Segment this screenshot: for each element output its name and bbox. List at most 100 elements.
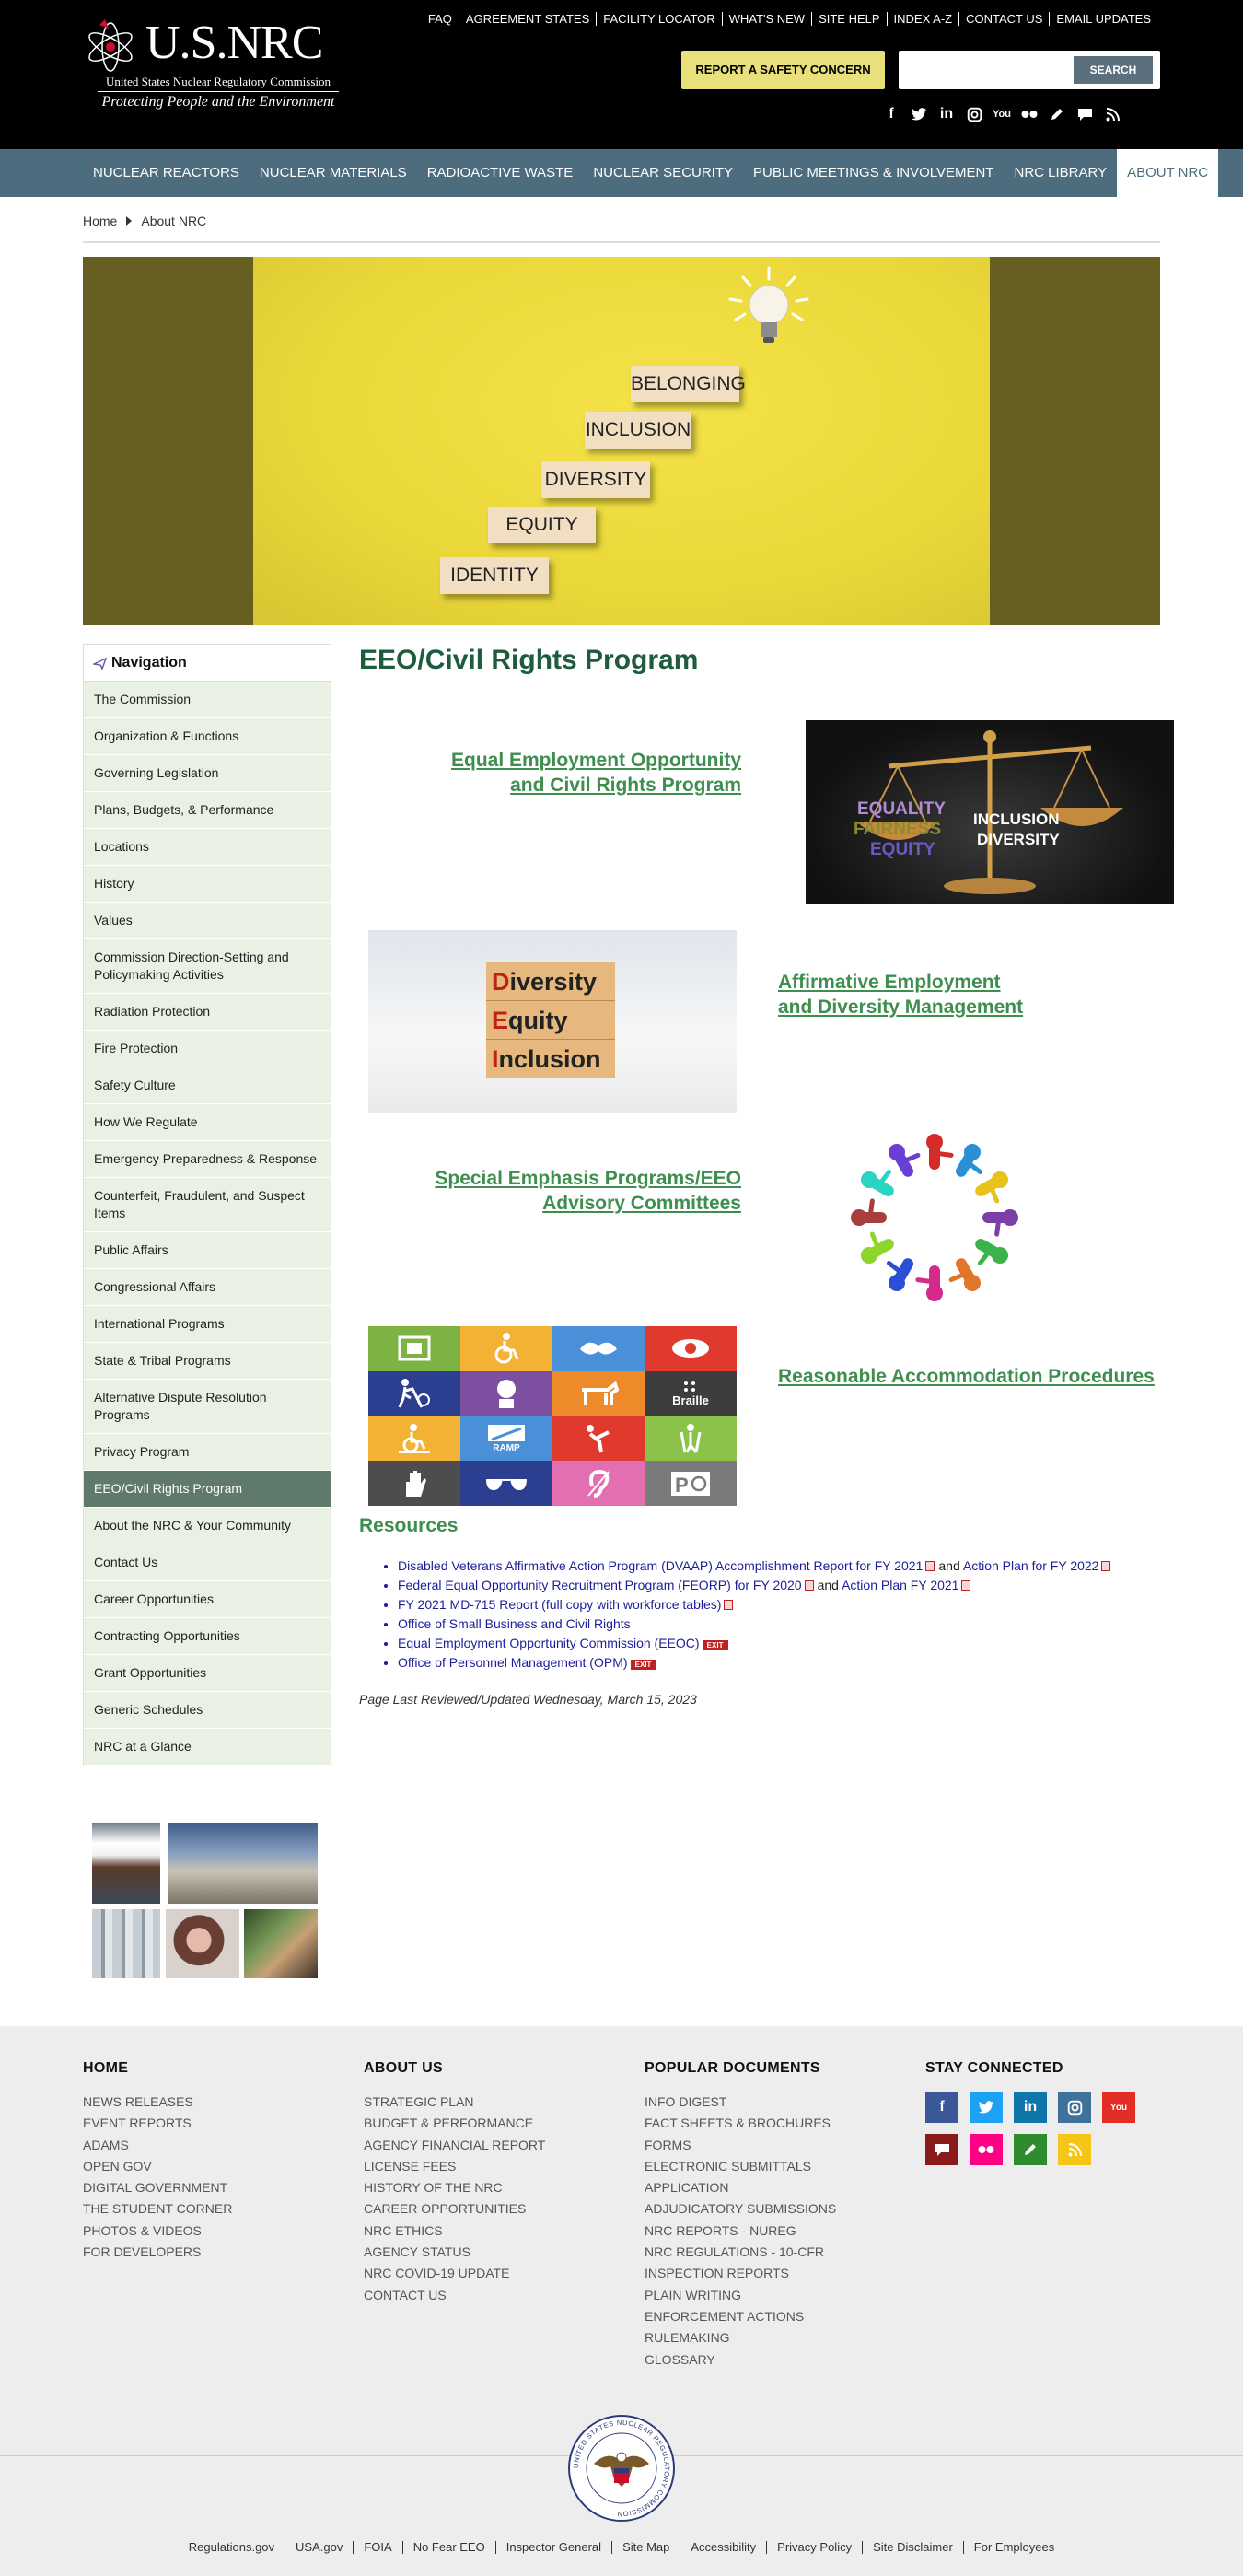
- sidebar-item-locations[interactable]: Locations: [84, 829, 331, 866]
- footer-link[interactable]: PHOTOS & VIDEOS: [83, 2220, 232, 2242]
- rss-icon[interactable]: [1058, 2134, 1091, 2165]
- bottom-link-accessibility[interactable]: Accessibility: [680, 2541, 766, 2554]
- blog-icon[interactable]: [1048, 105, 1066, 123]
- footer-link[interactable]: BUDGET & PERFORMANCE: [364, 2113, 545, 2134]
- scales-of-justice-image[interactable]: EQUALITY FAIRNESS EQUITY INCLUSION DIVER…: [806, 720, 1174, 904]
- sidebar-item-the-commission[interactable]: The Commission: [84, 682, 331, 718]
- sidebar-item-values[interactable]: Values: [84, 903, 331, 939]
- sidebar-item-emergency-preparedness[interactable]: Emergency Preparedness & Response: [84, 1141, 331, 1178]
- nav-nuclear-reactors[interactable]: NUCLEAR REACTORS: [83, 149, 250, 197]
- flickr-icon[interactable]: [970, 2134, 1003, 2165]
- instagram-icon[interactable]: [1058, 2092, 1091, 2123]
- sidebar-item-contracting[interactable]: Contracting Opportunities: [84, 1618, 331, 1655]
- link-office-small-business[interactable]: Office of Small Business and Civil Right…: [398, 1616, 631, 1631]
- bottom-link-foia[interactable]: FOIA: [353, 2541, 401, 2554]
- twitter-icon[interactable]: [970, 2092, 1003, 2123]
- bottom-link-for-employees[interactable]: For Employees: [962, 2541, 1064, 2554]
- sidebar-item-international-programs[interactable]: International Programs: [84, 1306, 331, 1343]
- sidebar-item-history[interactable]: History: [84, 866, 331, 903]
- nav-nuclear-security[interactable]: NUCLEAR SECURITY: [583, 149, 743, 197]
- footer-link[interactable]: FACT SHEETS & BROCHURES: [645, 2113, 836, 2134]
- link-feorp-action-plan[interactable]: Action Plan FY 2021: [842, 1578, 958, 1592]
- footer-link[interactable]: ADAMS: [83, 2135, 232, 2156]
- nav-about-nrc[interactable]: ABOUT NRC: [1117, 149, 1219, 197]
- sidebar-item-counterfeit-items[interactable]: Counterfeit, Fraudulent, and Suspect Ite…: [84, 1178, 331, 1232]
- link-eeo-civil-rights-program[interactable]: Equal Employment Opportunity and Civil R…: [451, 748, 741, 798]
- sidebar-item-about-community[interactable]: About the NRC & Your Community: [84, 1508, 331, 1544]
- link-opm[interactable]: Office of Personnel Management (OPM): [398, 1655, 628, 1670]
- link-special-emphasis-programs[interactable]: Special Emphasis Programs/EEO Advisory C…: [435, 1166, 741, 1216]
- sidebar-item-grant-opportunities[interactable]: Grant Opportunities: [84, 1655, 331, 1692]
- facebook-icon[interactable]: f: [925, 2092, 958, 2123]
- link-affirmative-employment[interactable]: Affirmative Employment and Diversity Man…: [778, 970, 1023, 1020]
- footer-link[interactable]: ENFORCEMENT ACTIONS: [645, 2306, 836, 2327]
- sidebar-item-fire-protection[interactable]: Fire Protection: [84, 1031, 331, 1067]
- footer-link[interactable]: STRATEGIC PLAN: [364, 2092, 545, 2113]
- sidebar-item-congressional-affairs[interactable]: Congressional Affairs: [84, 1269, 331, 1306]
- search-button[interactable]: SEARCH: [1074, 56, 1153, 84]
- youtube-icon[interactable]: You: [1102, 2092, 1135, 2123]
- link-eeoc[interactable]: Equal Employment Opportunity Commission …: [398, 1636, 700, 1650]
- footer-link[interactable]: LICENSE FEES: [364, 2156, 545, 2177]
- linkedin-icon[interactable]: in: [1014, 2092, 1047, 2123]
- sidebar-item-state-tribal[interactable]: State & Tribal Programs: [84, 1343, 331, 1380]
- footer-link[interactable]: NRC ETHICS: [364, 2220, 545, 2242]
- utility-link-site-help[interactable]: SITE HELP: [811, 12, 886, 26]
- utility-link-facility-locator[interactable]: FACILITY LOCATOR: [596, 12, 721, 26]
- footer-link[interactable]: GLOSSARY: [645, 2349, 836, 2371]
- nav-radioactive-waste[interactable]: RADIOACTIVE WASTE: [417, 149, 584, 197]
- footer-link[interactable]: APPLICATION: [645, 2177, 836, 2198]
- footer-heading-home[interactable]: HOME: [83, 2060, 232, 2077]
- bottom-link-site-map[interactable]: Site Map: [611, 2541, 680, 2554]
- footer-link[interactable]: CONTACT US: [364, 2285, 545, 2306]
- footer-link[interactable]: AGENCY STATUS: [364, 2242, 545, 2263]
- footer-link[interactable]: ELECTRONIC SUBMITTALS: [645, 2156, 836, 2177]
- link-feorp-report[interactable]: Federal Equal Opportunity Recruitment Pr…: [398, 1578, 802, 1592]
- sidebar-item-contact-us[interactable]: Contact Us: [84, 1544, 331, 1581]
- footer-link[interactable]: INSPECTION REPORTS: [645, 2263, 836, 2284]
- chat-icon[interactable]: [1075, 105, 1094, 123]
- sidebar-item-nrc-at-a-glance[interactable]: NRC at a Glance: [84, 1729, 331, 1766]
- bottom-link-no-fear-eeo[interactable]: No Fear EEO: [401, 2541, 495, 2554]
- footer-link[interactable]: AGENCY FINANCIAL REPORT: [364, 2135, 545, 2156]
- bottom-link-privacy-policy[interactable]: Privacy Policy: [766, 2541, 862, 2554]
- breadcrumb-about-nrc[interactable]: About NRC: [141, 214, 206, 228]
- breadcrumb-home[interactable]: Home: [83, 214, 117, 228]
- sidebar-item-eeo-civil-rights[interactable]: EEO/Civil Rights Program: [84, 1471, 331, 1508]
- footer-link[interactable]: NRC REPORTS - NUREG: [645, 2220, 836, 2242]
- link-reasonable-accommodation[interactable]: Reasonable Accommodation Procedures: [778, 1364, 1155, 1389]
- footer-link[interactable]: FORMS: [645, 2135, 836, 2156]
- footer-link[interactable]: NEWS RELEASES: [83, 2092, 232, 2113]
- sidebar-item-career-opportunities[interactable]: Career Opportunities: [84, 1581, 331, 1618]
- footer-link[interactable]: CAREER OPPORTUNITIES: [364, 2198, 545, 2220]
- footer-link[interactable]: THE STUDENT CORNER: [83, 2198, 232, 2220]
- sidebar-item-alternative-dispute[interactable]: Alternative Dispute Resolution Programs: [84, 1380, 331, 1434]
- footer-link[interactable]: NRC REGULATIONS - 10-CFR: [645, 2242, 836, 2263]
- search-input[interactable]: [906, 58, 1081, 82]
- footer-link[interactable]: HISTORY OF THE NRC: [364, 2177, 545, 2198]
- facebook-icon[interactable]: f: [882, 105, 900, 123]
- dei-blocks-image[interactable]: Diversity Equity Inclusion: [368, 930, 737, 1113]
- bottom-link-site-disclaimer[interactable]: Site Disclaimer: [862, 2541, 963, 2554]
- footer-link[interactable]: EVENT REPORTS: [83, 2113, 232, 2134]
- footer-link[interactable]: INFO DIGEST: [645, 2092, 836, 2113]
- sidebar-item-plans-budgets[interactable]: Plans, Budgets, & Performance: [84, 792, 331, 829]
- link-dvaap-report[interactable]: Disabled Veterans Affirmative Action Pro…: [398, 1558, 923, 1573]
- footer-link[interactable]: RULEMAKING: [645, 2327, 836, 2349]
- utility-link-email-updates[interactable]: EMAIL UPDATES: [1049, 12, 1157, 26]
- bottom-link-inspector-general[interactable]: Inspector General: [494, 2541, 611, 2554]
- footer-link[interactable]: FOR DEVELOPERS: [83, 2242, 232, 2263]
- footer-link[interactable]: NRC COVID-19 UPDATE: [364, 2263, 545, 2284]
- nav-nuclear-materials[interactable]: NUCLEAR MATERIALS: [250, 149, 417, 197]
- utility-link-agreement-states[interactable]: AGREEMENT STATES: [458, 12, 596, 26]
- sidebar-item-how-we-regulate[interactable]: How We Regulate: [84, 1104, 331, 1141]
- utility-link-contact-us[interactable]: CONTACT US: [958, 12, 1049, 26]
- instagram-icon[interactable]: [965, 105, 983, 123]
- footer-heading-popular-documents[interactable]: POPULAR DOCUMENTS: [645, 2060, 836, 2077]
- footer-link[interactable]: DIGITAL GOVERNMENT: [83, 2177, 232, 2198]
- linkedin-icon[interactable]: in: [937, 105, 956, 123]
- footer-link[interactable]: OPEN GOV: [83, 2156, 232, 2177]
- chat-icon[interactable]: [925, 2134, 958, 2165]
- nav-nrc-library[interactable]: NRC LIBRARY: [1004, 149, 1117, 197]
- nav-public-meetings[interactable]: PUBLIC MEETINGS & INVOLVEMENT: [743, 149, 1004, 197]
